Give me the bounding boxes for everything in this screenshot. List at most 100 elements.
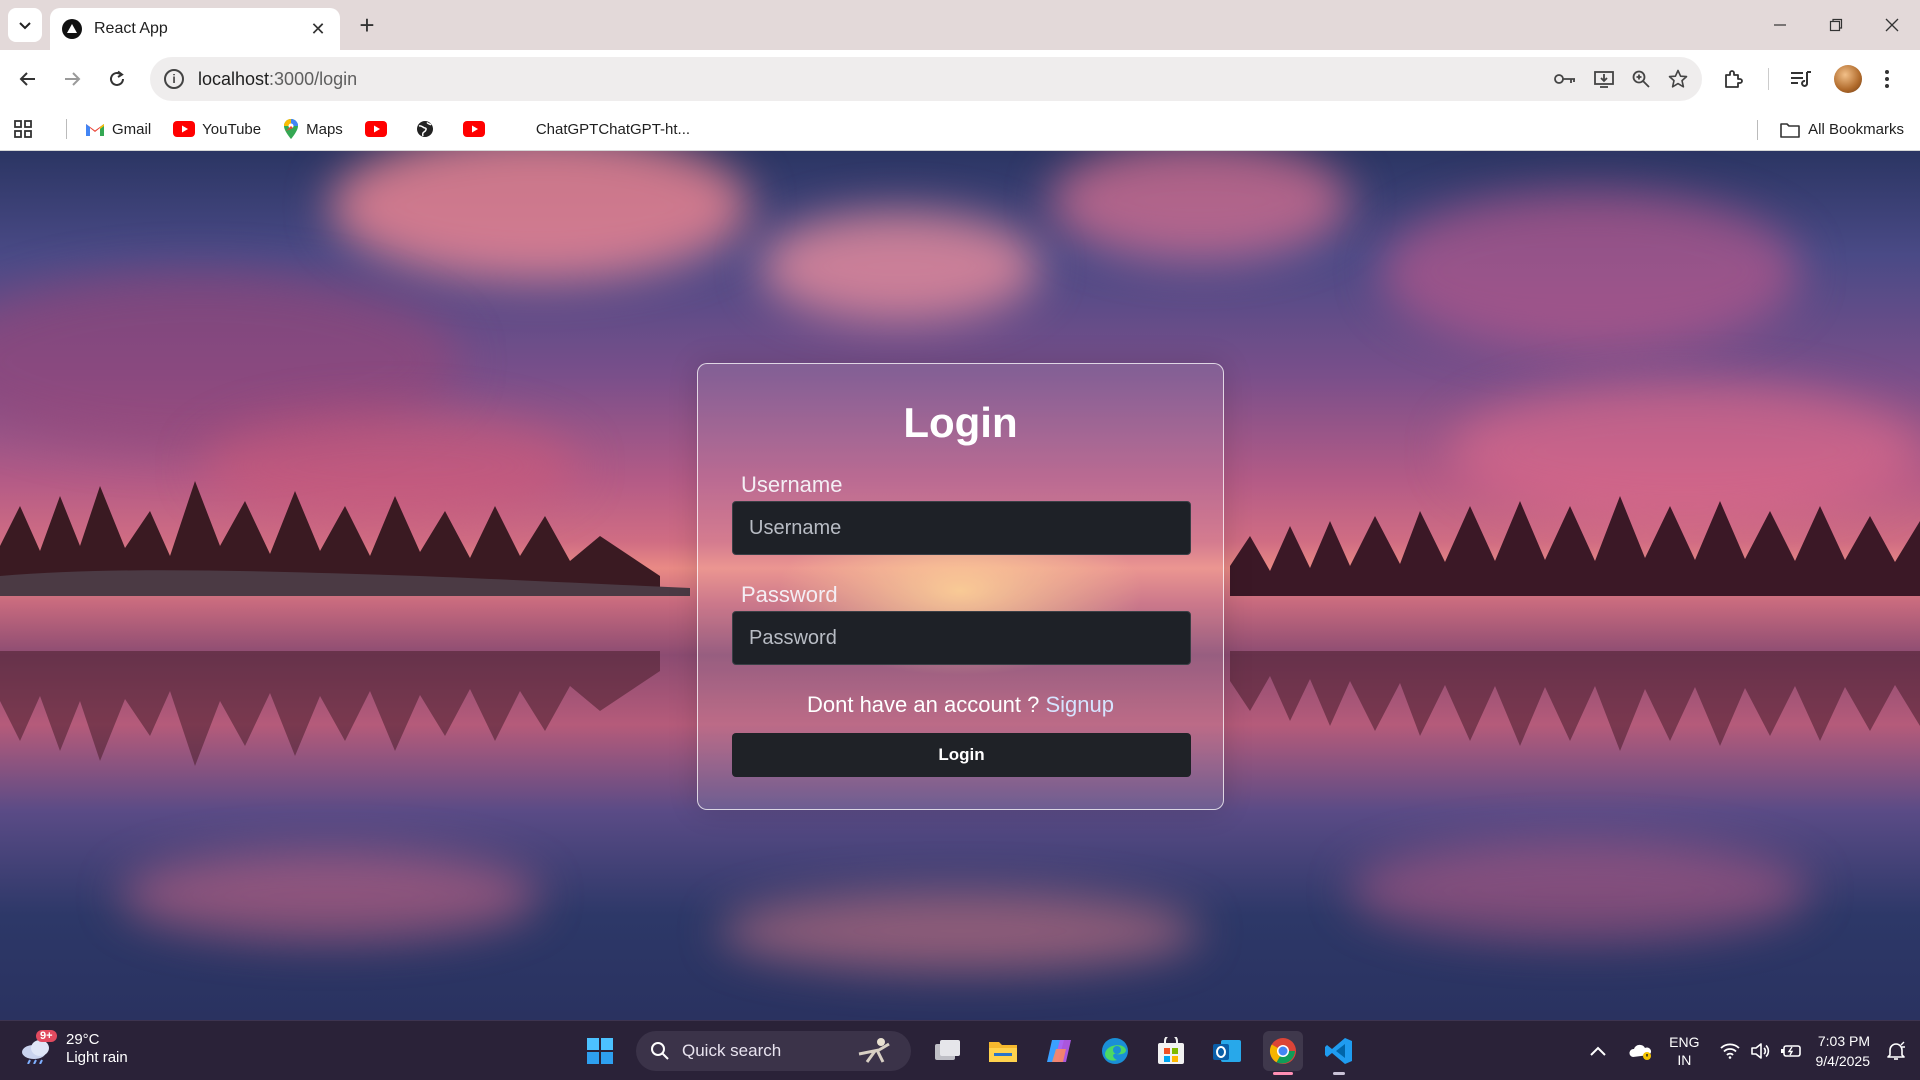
task-view-button[interactable] <box>927 1031 967 1071</box>
bookmark-youtube-2[interactable] <box>364 121 394 137</box>
apps-button[interactable] <box>14 120 32 138</box>
new-tab-button[interactable]: + <box>352 10 382 40</box>
browser-toolbar: i localhost:3000/login <box>0 50 1920 108</box>
omnibox-actions <box>1554 57 1688 101</box>
password-input[interactable] <box>732 611 1191 665</box>
bookmark-chatgpt[interactable]: ChatGPTChatGPT-ht... <box>536 121 690 138</box>
bookmarks-divider <box>66 119 67 139</box>
bookmark-label: Maps <box>306 120 343 138</box>
browser-tab[interactable]: React App ✕ <box>50 8 340 50</box>
youtube-icon <box>173 121 196 137</box>
youtube-icon <box>462 121 485 137</box>
taskbar: 9+ 29°C Light rain Quick search ENG IN 7… <box>0 1020 1920 1080</box>
copilot-icon <box>1047 1040 1071 1062</box>
window-controls <box>1752 0 1920 50</box>
password-label: Password <box>741 582 838 607</box>
copilot-button[interactable] <box>1039 1031 1079 1071</box>
bookmark-globe[interactable] <box>416 120 441 138</box>
bookmark-maps[interactable]: Maps <box>283 119 343 139</box>
file-explorer-button[interactable] <box>983 1031 1023 1071</box>
bookmark-gmail[interactable]: Gmail <box>85 121 151 138</box>
language-indicator[interactable]: ENG IN <box>1669 1033 1699 1069</box>
tab-close-icon[interactable]: ✕ <box>308 19 328 40</box>
folder-icon <box>989 1042 1017 1062</box>
media-control-button[interactable] <box>1790 50 1812 108</box>
edge-button[interactable] <box>1095 1031 1135 1071</box>
outlook-button[interactable] <box>1207 1031 1247 1071</box>
site-info-icon[interactable]: i <box>164 69 184 89</box>
reload-icon <box>110 70 124 86</box>
all-bookmarks-divider <box>1757 120 1758 140</box>
arrow-right-icon <box>65 72 81 86</box>
edge-icon <box>1102 1038 1128 1064</box>
url-path: :3000/login <box>269 68 358 89</box>
onedrive-icon[interactable] <box>1629 1041 1653 1061</box>
battery-icon[interactable] <box>1780 1043 1802 1059</box>
url-text: localhost:3000/login <box>198 69 357 90</box>
weather-description: Light rain <box>66 1049 128 1066</box>
forward-button[interactable] <box>56 63 88 95</box>
clock-time: 7:03 PM <box>1817 1033 1870 1049</box>
store-icon <box>1158 1037 1184 1064</box>
bookmark-star-icon[interactable] <box>1668 69 1688 89</box>
outlook-icon <box>1213 1040 1241 1062</box>
all-bookmarks-button[interactable]: All Bookmarks <box>1780 108 1904 151</box>
toolbar-divider <box>1768 50 1769 108</box>
youtube-icon <box>364 121 387 137</box>
signup-link[interactable]: Signup <box>1046 692 1115 717</box>
reload-button[interactable] <box>101 63 133 95</box>
store-button[interactable] <box>1151 1031 1191 1071</box>
chrome-button[interactable] <box>1263 1031 1303 1075</box>
back-button[interactable] <box>12 63 44 95</box>
login-page: Login Username Password Dont have an acc… <box>0 151 1920 1020</box>
start-button[interactable] <box>580 1031 620 1071</box>
close-window-button[interactable] <box>1864 0 1920 50</box>
chevron-up-icon[interactable] <box>1589 1045 1607 1057</box>
login-form: Login Username Password Dont have an acc… <box>697 363 1224 810</box>
tab-strip: React App ✕ + <box>0 0 1920 50</box>
gmail-icon <box>85 122 105 137</box>
chrome-icon <box>1269 1038 1296 1064</box>
bookmark-youtube-3[interactable] <box>462 121 492 137</box>
tab-search-button[interactable] <box>8 8 42 42</box>
volume-icon[interactable] <box>1750 1042 1770 1060</box>
vscode-icon <box>1325 1038 1352 1064</box>
login-button[interactable]: Login <box>732 733 1191 777</box>
puzzle-icon <box>1725 70 1743 88</box>
region-code: IN <box>1677 1052 1692 1068</box>
zoom-icon[interactable] <box>1632 70 1650 88</box>
bookmark-youtube[interactable]: YouTube <box>173 121 261 138</box>
language-code: ENG <box>1669 1034 1700 1050</box>
search-icon <box>651 1042 669 1060</box>
clock[interactable]: 7:03 PM 9/4/2025 <box>1816 1031 1871 1071</box>
wifi-icon[interactable] <box>1719 1043 1740 1059</box>
bookmarks-bar: Gmail YouTube Maps ChatGPTChatGPT-ht... … <box>0 108 1920 151</box>
running-indicator <box>1333 1072 1345 1075</box>
address-bar[interactable]: i localhost:3000/login <box>150 57 1702 101</box>
install-app-icon[interactable] <box>1594 70 1614 88</box>
folder-icon <box>1780 122 1800 138</box>
system-tray: ENG IN 7:03 PM 9/4/2025 <box>1589 1021 1920 1080</box>
globe-icon <box>416 120 434 138</box>
password-key-icon[interactable] <box>1554 72 1576 86</box>
windows-logo-icon <box>587 1038 613 1064</box>
maps-icon <box>283 119 299 139</box>
taskbar-search[interactable]: Quick search <box>636 1031 911 1071</box>
minimize-button[interactable] <box>1752 0 1808 50</box>
running-indicator <box>1273 1072 1293 1075</box>
restore-button[interactable] <box>1808 0 1864 50</box>
username-input[interactable] <box>732 501 1191 555</box>
rain-cloud-icon: 9+ <box>20 1030 57 1065</box>
browser-menu-button[interactable] <box>1884 50 1890 108</box>
username-label: Username <box>741 472 843 497</box>
vscode-button[interactable] <box>1319 1031 1359 1075</box>
weather-temperature: 29°C <box>66 1031 100 1048</box>
notification-bell-icon[interactable] <box>1886 1041 1906 1061</box>
profile-button[interactable] <box>1834 50 1862 108</box>
extensions-button[interactable] <box>1722 50 1744 108</box>
avatar <box>1834 65 1862 93</box>
search-placeholder: Quick search <box>682 1041 782 1060</box>
weather-widget[interactable]: 9+ 29°C Light rain <box>20 1030 128 1067</box>
url-host: localhost <box>198 68 270 89</box>
apps-grid-icon <box>14 120 32 138</box>
